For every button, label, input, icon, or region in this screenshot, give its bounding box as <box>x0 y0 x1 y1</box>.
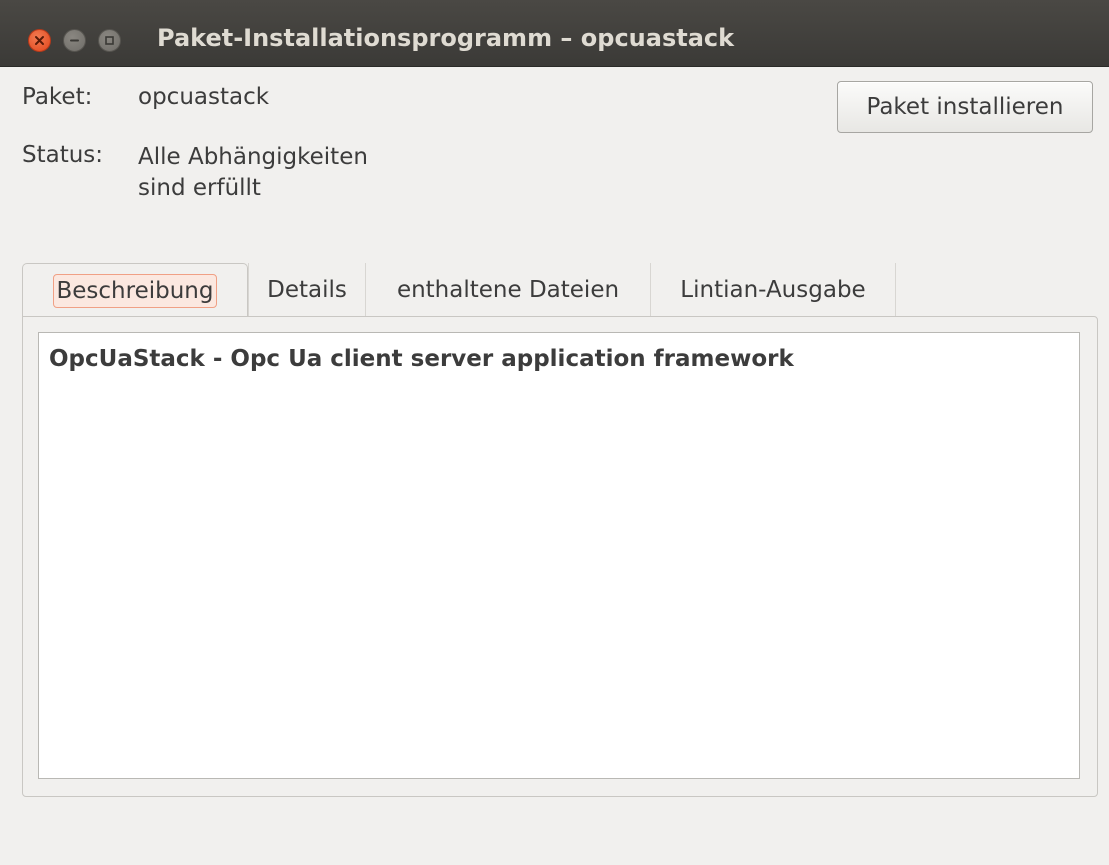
tab-label: Lintian-Ausgabe <box>680 277 866 303</box>
package-name: opcuastack <box>138 84 270 110</box>
tab-label: enthaltene Dateien <box>396 277 620 303</box>
tab-label: Details <box>267 277 347 303</box>
description-text: OpcUaStack - Opc Ua client server applic… <box>49 346 794 372</box>
maximize-button[interactable] <box>98 29 121 52</box>
window-title: Paket-Installationsprogramm – opcuastack <box>157 24 735 52</box>
tab-label: Beschreibung <box>52 273 218 308</box>
tab-beschreibung[interactable]: Beschreibung <box>22 263 248 317</box>
status-value: Alle Abhängigkeiten sind erfüllt <box>138 144 368 201</box>
tab-lintian-ausgabe[interactable]: Lintian-Ausgabe <box>650 263 896 317</box>
minimize-button[interactable] <box>63 29 86 52</box>
tab-details[interactable]: Details <box>248 263 365 317</box>
install-package-button[interactable]: Paket installieren <box>837 81 1093 133</box>
close-button[interactable] <box>28 29 51 52</box>
description-textview[interactable]: OpcUaStack - Opc Ua client server applic… <box>38 332 1080 779</box>
tab-enthaltene-dateien[interactable]: enthaltene Dateien <box>365 263 650 317</box>
maximize-icon <box>105 36 114 45</box>
status-label: Status: <box>22 142 104 168</box>
package-label: Paket: <box>22 84 93 110</box>
close-icon <box>35 36 44 45</box>
title-bar: Paket-Installationsprogramm – opcuastack <box>0 0 1109 67</box>
minimize-icon <box>70 39 79 42</box>
